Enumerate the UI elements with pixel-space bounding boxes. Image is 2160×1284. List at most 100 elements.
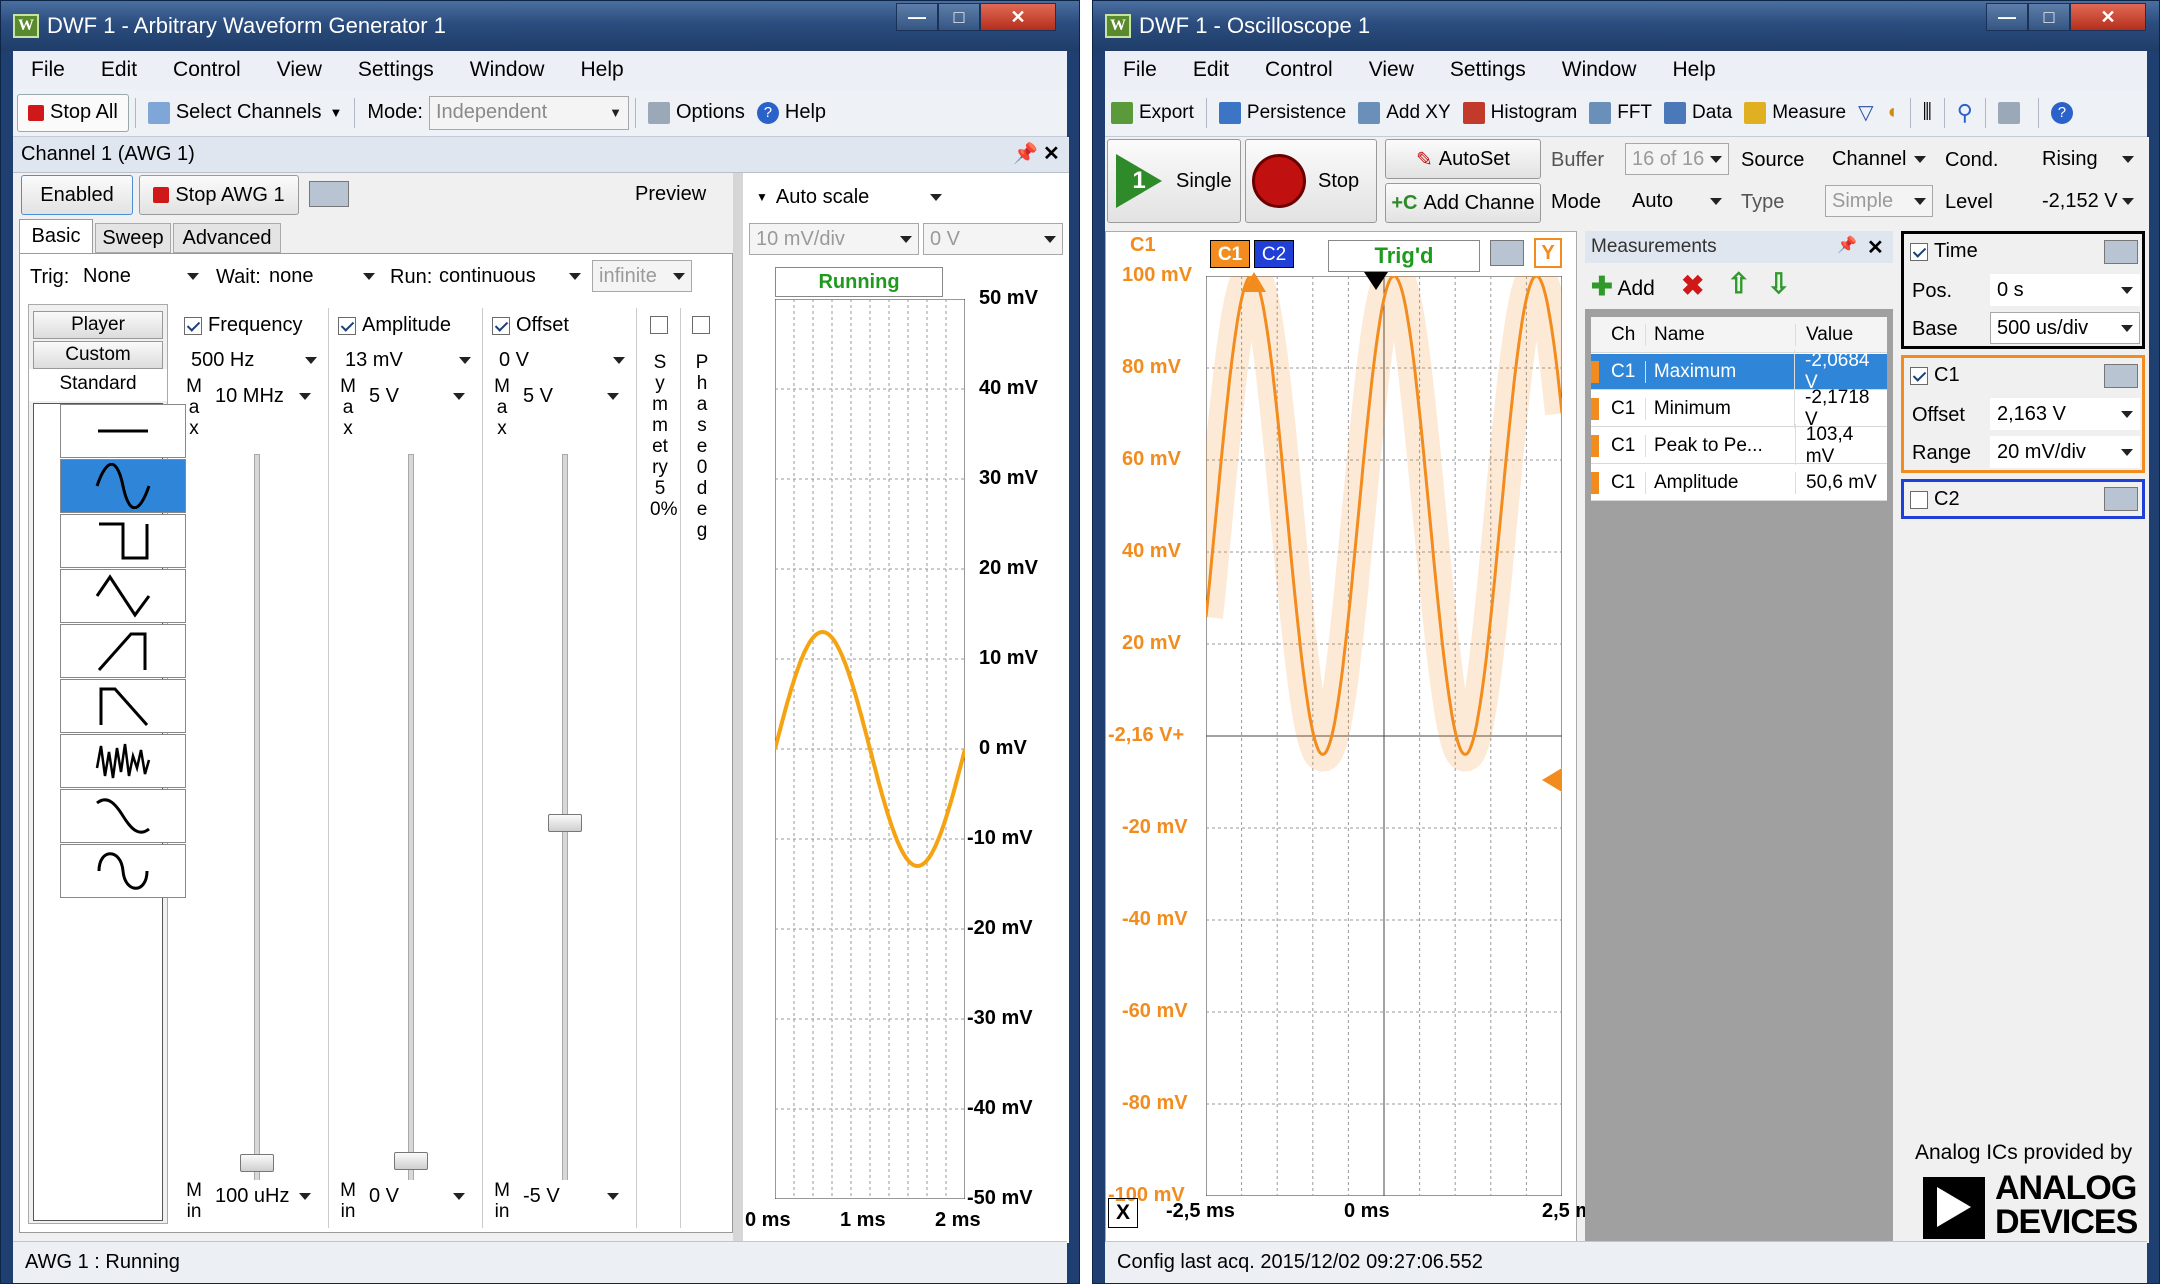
- menu-edit[interactable]: Edit: [83, 58, 155, 82]
- amplitude-slider-thumb[interactable]: [394, 1152, 428, 1170]
- side-tab-player[interactable]: Player: [33, 311, 163, 339]
- frequency-slider-track[interactable]: [254, 454, 260, 1196]
- pin-icon[interactable]: 📌: [1837, 235, 1857, 255]
- fft-button[interactable]: FFT: [1583, 94, 1658, 132]
- layout-button[interactable]: ⫼: [1917, 94, 1938, 132]
- frequency-checkbox[interactable]: Frequency: [184, 314, 303, 337]
- close-panel-icon[interactable]: ✕: [1867, 235, 1884, 260]
- plot-settings-icon[interactable]: [1490, 240, 1524, 266]
- measurement-row[interactable]: C1 Peak to Pe... 103,4 mV: [1591, 423, 1887, 468]
- trigger-level-marker-icon[interactable]: [1542, 768, 1562, 792]
- c1-range-select[interactable]: 20 mV/div: [1990, 436, 2140, 468]
- offset-select[interactable]: 0 V: [492, 344, 632, 376]
- frequency-select[interactable]: 500 Hz: [184, 344, 324, 376]
- base-select[interactable]: 500 us/div: [1990, 312, 2140, 344]
- minimize-button[interactable]: —: [1986, 3, 2028, 31]
- trig-select[interactable]: None: [76, 260, 206, 292]
- maximize-button[interactable]: □: [938, 3, 980, 31]
- maximize-button[interactable]: □: [2028, 3, 2070, 31]
- c2-settings-icon[interactable]: [2104, 487, 2138, 511]
- y-axis-button[interactable]: Y: [1534, 238, 1562, 268]
- select-channels-button[interactable]: Select Channels ▼: [142, 94, 349, 132]
- stop-awg-button[interactable]: Stop AWG 1: [139, 175, 299, 215]
- shape-ramp-down-button[interactable]: [60, 679, 186, 733]
- offset-checkbox[interactable]: Offset: [492, 314, 569, 337]
- close-button[interactable]: ✕: [2070, 3, 2146, 31]
- audio-button[interactable]: ◖: [1880, 94, 1904, 132]
- export-button[interactable]: Export: [1105, 94, 1200, 132]
- close-button[interactable]: ✕: [980, 3, 1056, 31]
- autoscale-select[interactable]: ▼ Auto scale: [749, 181, 949, 213]
- level-select[interactable]: -2,152 V: [2035, 185, 2141, 217]
- shape-sine-button[interactable]: [60, 459, 186, 513]
- menu-file[interactable]: File: [1105, 58, 1175, 82]
- menu-control[interactable]: Control: [1247, 58, 1351, 82]
- zoom-button[interactable]: ⚲: [1951, 94, 1979, 132]
- c1-offset-marker-icon[interactable]: [1242, 272, 1266, 292]
- cond-select[interactable]: Rising: [2035, 143, 2141, 175]
- move-down-icon[interactable]: ⇩: [1767, 267, 1790, 300]
- enabled-button[interactable]: Enabled: [21, 175, 133, 215]
- trigger-time-marker-icon[interactable]: [1364, 272, 1388, 290]
- x-axis-button[interactable]: X: [1108, 1198, 1138, 1228]
- source-select[interactable]: Channel: [1825, 143, 1933, 175]
- frequency-max-select[interactable]: 10 MHz: [208, 380, 318, 412]
- amplitude-min-select[interactable]: 0 V: [362, 1180, 472, 1212]
- data-button[interactable]: Data: [1658, 94, 1738, 132]
- amplitude-select[interactable]: 13 mV: [338, 344, 478, 376]
- measurement-row[interactable]: C1 Minimum -2,1718 V: [1591, 386, 1887, 431]
- frequency-slider-thumb[interactable]: [240, 1154, 274, 1172]
- side-tab-standard[interactable]: Standard: [29, 369, 167, 401]
- c1-offset-select[interactable]: 2,163 V: [1990, 398, 2140, 430]
- c1-settings-icon[interactable]: [2104, 364, 2138, 388]
- menu-view[interactable]: View: [1351, 58, 1432, 82]
- side-tab-custom[interactable]: Custom: [33, 341, 163, 369]
- menu-view[interactable]: View: [259, 58, 340, 82]
- menu-help[interactable]: Help: [562, 58, 641, 82]
- mode-select[interactable]: Independent ▼: [428, 95, 629, 130]
- awg-options-icon[interactable]: [309, 181, 349, 207]
- time-settings-icon[interactable]: [2104, 240, 2138, 264]
- add-xy-button[interactable]: Add XY: [1352, 94, 1456, 132]
- add-measurement-button[interactable]: ✚ Add: [1591, 271, 1655, 302]
- remove-measurement-icon[interactable]: ✖: [1681, 269, 1704, 302]
- move-up-icon[interactable]: ⇧: [1727, 267, 1750, 300]
- wait-select[interactable]: none: [262, 260, 382, 292]
- help-button[interactable]: ? Help: [751, 94, 832, 132]
- offset-min-select[interactable]: -5 V: [516, 1180, 626, 1212]
- shape-sine-power-button[interactable]: [60, 844, 186, 898]
- panel-splitter[interactable]: [733, 173, 743, 1243]
- cursor-button[interactable]: ▽: [1852, 94, 1879, 132]
- scope-mode-select[interactable]: Auto: [1625, 185, 1729, 217]
- time-checkbox[interactable]: Time: [1910, 240, 1978, 263]
- pos-select[interactable]: 0 s: [1990, 274, 2140, 306]
- tab-advanced[interactable]: Advanced: [173, 223, 281, 253]
- frequency-min-select[interactable]: 100 uHz: [208, 1180, 318, 1212]
- phase-checkbox[interactable]: [692, 316, 710, 334]
- autoset-button[interactable]: ✎ AutoSet: [1385, 139, 1541, 179]
- menu-control[interactable]: Control: [155, 58, 259, 82]
- amplitude-slider-track[interactable]: [408, 454, 414, 1196]
- c2-checkbox[interactable]: C2: [1910, 488, 1960, 511]
- shape-dc-button[interactable]: [60, 404, 186, 458]
- persistence-button[interactable]: Persistence: [1213, 94, 1352, 132]
- menu-edit[interactable]: Edit: [1175, 58, 1247, 82]
- single-button[interactable]: 1 Single: [1107, 139, 1241, 223]
- symmetry-checkbox[interactable]: [650, 316, 668, 334]
- menu-settings[interactable]: Settings: [340, 58, 452, 82]
- shape-trapezium-button[interactable]: [60, 789, 186, 843]
- measurement-row[interactable]: C1 Maximum -2,0684 V: [1591, 349, 1887, 394]
- stop-all-button[interactable]: Stop All: [17, 93, 129, 132]
- add-channel-button[interactable]: +C Add Channe: [1385, 183, 1541, 223]
- menu-window[interactable]: Window: [452, 58, 563, 82]
- pin-icon[interactable]: 📌: [1013, 141, 1038, 166]
- shape-square-button[interactable]: [60, 514, 186, 568]
- scope-options-button[interactable]: [1992, 94, 2032, 132]
- scope-help-button[interactable]: ?: [2045, 94, 2085, 132]
- measure-button[interactable]: Measure: [1738, 94, 1852, 132]
- shape-ramp-up-button[interactable]: [60, 624, 186, 678]
- histogram-button[interactable]: Histogram: [1457, 94, 1584, 132]
- c1-checkbox[interactable]: C1: [1910, 364, 1960, 387]
- offset-max-select[interactable]: 5 V: [516, 380, 626, 412]
- amplitude-max-select[interactable]: 5 V: [362, 380, 472, 412]
